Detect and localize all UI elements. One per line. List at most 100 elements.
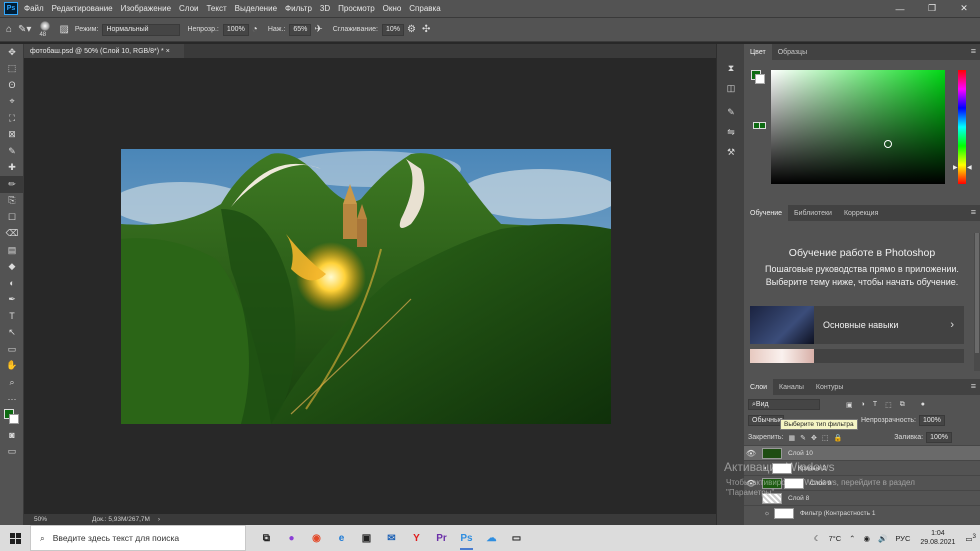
- layer-opacity-field[interactable]: 100%: [919, 415, 945, 426]
- gradient-tool-icon[interactable]: ▤: [0, 242, 24, 259]
- layers-panel-menu-icon[interactable]: ≡: [971, 381, 976, 391]
- eyedropper-tool-icon[interactable]: ✎: [0, 143, 24, 160]
- menu-layers[interactable]: Слои: [179, 4, 198, 13]
- tool-presets-icon[interactable]: ⚒: [717, 142, 745, 162]
- smoothing-field[interactable]: 10%: [381, 23, 404, 36]
- pen-tool-icon[interactable]: ✒: [0, 292, 24, 309]
- lock-all-icon[interactable]: 🔒: [833, 434, 842, 442]
- color-swatches[interactable]: [0, 407, 24, 427]
- status-arrow-icon[interactable]: ›: [158, 516, 160, 523]
- brush-settings-icon[interactable]: ▨: [59, 24, 68, 35]
- brush-tool-icon[interactable]: ✎▾: [18, 24, 31, 35]
- layer-filter-select[interactable]: ⌕ Вид: [748, 399, 820, 410]
- hue-slider[interactable]: [958, 70, 966, 184]
- network-icon[interactable]: ◉: [863, 534, 870, 543]
- background-color-swatch[interactable]: [9, 414, 19, 424]
- close-button[interactable]: ✕: [948, 0, 980, 17]
- layer-row[interactable]: ☼ Фильтр (Контрастность 1: [744, 505, 980, 520]
- pressure-opacity-icon[interactable]: ◔: [252, 24, 258, 35]
- gear-icon[interactable]: ⚙: [407, 24, 416, 35]
- layer-row[interactable]: 👁 Слой 10: [744, 445, 980, 460]
- mode-select[interactable]: Нормальный: [102, 23, 181, 36]
- menu-help[interactable]: Справка: [409, 4, 440, 13]
- menu-window[interactable]: Окно: [383, 4, 402, 13]
- zoom-tool-icon[interactable]: ⌕: [0, 374, 24, 391]
- yandex-browser-icon[interactable]: Y: [404, 525, 429, 551]
- lock-position-icon[interactable]: ✥: [811, 434, 817, 442]
- brush-tool-icon[interactable]: ✏: [0, 176, 24, 193]
- properties-panel-icon[interactable]: ◫: [717, 78, 745, 98]
- quick-mask-icon[interactable]: ◙: [0, 427, 24, 444]
- menu-file[interactable]: Файл: [24, 4, 44, 13]
- notifications-icon[interactable]: ▭3: [965, 533, 976, 544]
- tab-swatches[interactable]: Образцы: [772, 44, 813, 60]
- zoom-level[interactable]: 50%: [34, 516, 78, 523]
- healing-tool-icon[interactable]: ✚: [0, 160, 24, 177]
- photoshop-logo-icon[interactable]: Ps: [4, 2, 18, 15]
- filter-type-icon[interactable]: T: [873, 401, 877, 408]
- tab-paths[interactable]: Контуры: [810, 379, 849, 395]
- flow-field[interactable]: 65%: [289, 23, 312, 36]
- document-tab[interactable]: фотобаш.psd @ 50% (Слой 10, RGB/8*) * ×: [24, 44, 184, 58]
- hand-tool-icon[interactable]: ✋: [0, 358, 24, 375]
- monitor-app-icon[interactable]: ▭: [504, 525, 529, 551]
- document-info[interactable]: Док.: 5,93M/267,7M: [92, 516, 150, 523]
- store-icon[interactable]: ▣: [354, 525, 379, 551]
- mail-icon[interactable]: ✉: [379, 525, 404, 551]
- premiere-icon[interactable]: Pr: [429, 525, 454, 551]
- learn-card-basics[interactable]: Основные навыки ›: [750, 306, 964, 344]
- tab-adjustments[interactable]: Коррекция: [838, 205, 884, 221]
- lock-transparent-icon[interactable]: ▦: [788, 434, 795, 442]
- color-background-swatch[interactable]: [755, 74, 765, 84]
- saturation-value-picker[interactable]: [771, 70, 945, 184]
- home-icon[interactable]: ⌂: [6, 24, 12, 35]
- filter-adjust-icon[interactable]: ◑: [861, 401, 865, 408]
- language-indicator[interactable]: РУС: [895, 534, 910, 543]
- opacity-field[interactable]: 100%: [222, 23, 249, 36]
- learn-scrollbar-thumb[interactable]: [975, 233, 979, 353]
- filter-smart-icon[interactable]: ⧉: [900, 401, 905, 409]
- marquee-tool-icon[interactable]: ⬚: [0, 61, 24, 78]
- stamp-tool-icon[interactable]: ⎘: [0, 193, 24, 210]
- learn-card-next[interactable]: [750, 349, 964, 363]
- eraser-tool-icon[interactable]: ⌫: [0, 226, 24, 243]
- color-picker-cursor[interactable]: [884, 140, 892, 148]
- filter-shape-icon[interactable]: ⬚: [885, 401, 892, 409]
- move-tool-icon[interactable]: ✥: [0, 44, 24, 61]
- tab-color[interactable]: Цвет: [744, 44, 772, 60]
- menu-view[interactable]: Просмотр: [338, 4, 375, 13]
- weather-temp[interactable]: 7°C: [829, 534, 842, 543]
- cloud-app-icon[interactable]: ☁: [479, 525, 504, 551]
- history-brush-tool-icon[interactable]: ☐: [0, 209, 24, 226]
- rectangle-tool-icon[interactable]: ▭: [0, 341, 24, 358]
- taskbar-search[interactable]: ⌕ Введите здесь текст для поиска: [30, 525, 246, 551]
- lock-artboard-icon[interactable]: ⬚: [822, 434, 829, 442]
- lasso-tool-icon[interactable]: ʘ: [0, 77, 24, 94]
- type-tool-icon[interactable]: T: [0, 308, 24, 325]
- learn-scrollbar[interactable]: [974, 233, 980, 371]
- airbrush-icon[interactable]: ✈: [314, 24, 322, 35]
- fill-field[interactable]: 100%: [926, 432, 952, 443]
- chrome-icon[interactable]: ◉: [304, 525, 329, 551]
- blend-mode-select[interactable]: Обычные: [748, 415, 784, 426]
- tab-layers[interactable]: Слои: [744, 379, 774, 395]
- edge-icon[interactable]: e: [329, 525, 354, 551]
- frame-tool-icon[interactable]: ⊠: [0, 127, 24, 144]
- lock-pixels-icon[interactable]: ✎: [800, 434, 806, 442]
- path-select-tool-icon[interactable]: ↖: [0, 325, 24, 342]
- volume-icon[interactable]: 🔊: [878, 534, 887, 543]
- dodge-tool-icon[interactable]: ◐: [0, 275, 24, 292]
- brush-preset-picker[interactable]: 48: [37, 20, 53, 40]
- web-safe-swatch[interactable]: [759, 122, 766, 129]
- panel-menu-icon[interactable]: ≡: [971, 46, 976, 56]
- tray-expand-icon[interactable]: ⌃: [849, 534, 855, 543]
- symmetry-icon[interactable]: ✣: [422, 24, 430, 35]
- history-panel-icon[interactable]: ⧗: [717, 58, 745, 78]
- menu-image[interactable]: Изображение: [121, 4, 171, 13]
- canvas-artwork[interactable]: [121, 149, 611, 424]
- menu-filter[interactable]: Фильтр: [285, 4, 312, 13]
- weather-icon[interactable]: ☾: [814, 534, 821, 543]
- screen-mode-icon[interactable]: ▭: [0, 444, 24, 461]
- more-tools-icon[interactable]: ···: [0, 391, 24, 408]
- photoshop-taskbar-icon[interactable]: Ps: [454, 525, 479, 551]
